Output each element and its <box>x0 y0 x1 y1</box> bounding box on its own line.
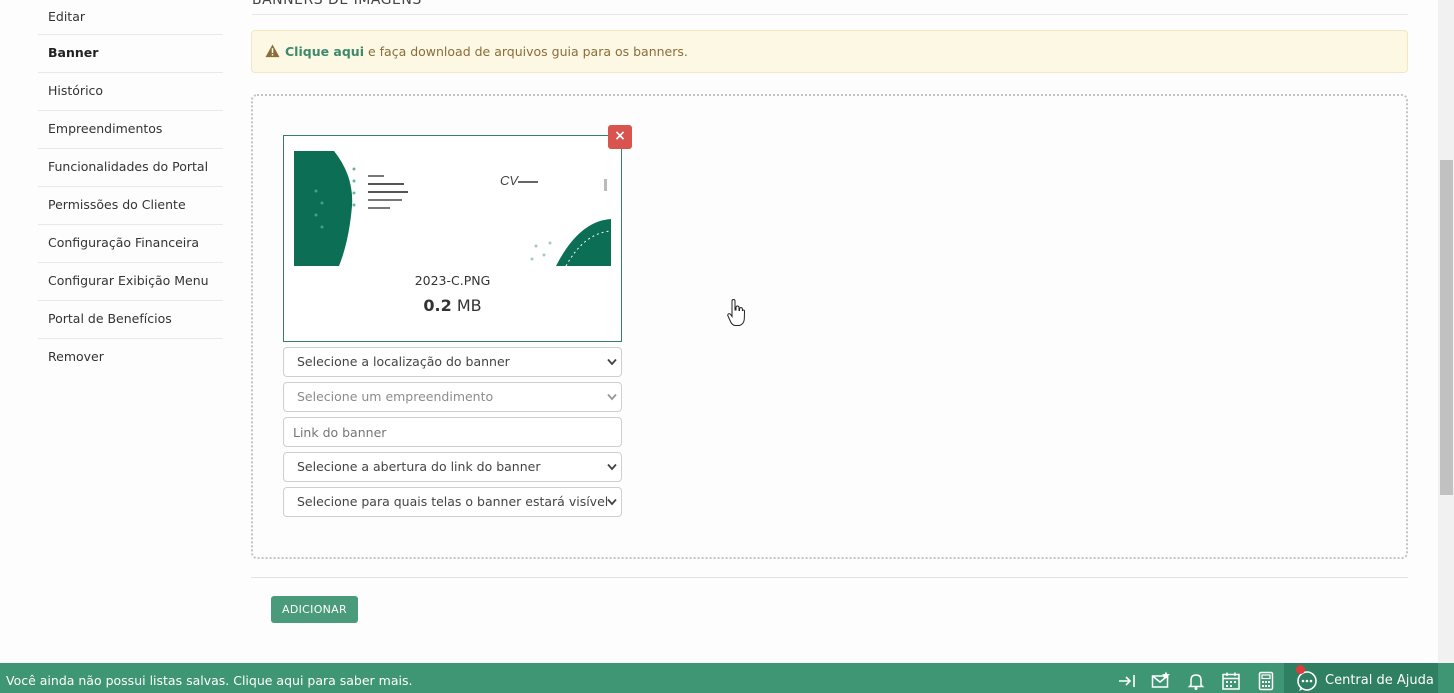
chevron-down-icon <box>607 358 617 366</box>
download-guide-alert: Clique aqui e faça download de arquivos … <box>251 30 1408 73</box>
chevron-down-icon <box>607 498 617 506</box>
remove-file-button[interactable]: × <box>608 125 632 149</box>
settings-sidebar: Editar Banner Histórico Empreendimentos … <box>38 0 223 377</box>
visible-screens-select-value: Selecione para quais telas o banner esta… <box>297 494 609 509</box>
sidebar-item-editar[interactable]: Editar <box>38 0 223 35</box>
banner-thumbnail: CV <box>294 151 611 266</box>
banner-location-select-value: Selecione a localização do banner <box>297 354 510 369</box>
section-title: BANNERS DE IMAGENS <box>252 0 422 8</box>
file-size-value: 0.2 <box>423 296 452 315</box>
banner-link-input[interactable] <box>283 417 622 447</box>
sidebar-item-funcionalidades[interactable]: Funcionalidades do Portal <box>38 149 223 187</box>
sidebar-item-empreendimentos[interactable]: Empreendimentos <box>38 111 223 149</box>
sidebar-item-banner[interactable]: Banner <box>38 35 223 73</box>
file-size-unit: MB <box>456 296 482 315</box>
development-select-value: Selecione um empreendimento <box>297 389 494 404</box>
warning-icon <box>265 44 280 58</box>
sidebar-item-permissoes[interactable]: Permissões do Cliente <box>38 187 223 225</box>
sidebar-item-portal-beneficios[interactable]: Portal de Benefícios <box>38 301 223 339</box>
help-center-label: Central de Ajuda <box>1325 673 1434 688</box>
calendar-icon[interactable] <box>1221 671 1241 691</box>
uploaded-banner-preview: CV 2023-C.PNG 0.2 MB <box>283 135 622 342</box>
login-arrow-icon[interactable] <box>1117 671 1137 691</box>
sidebar-item-historico[interactable]: Histórico <box>38 73 223 111</box>
chevron-down-icon <box>607 463 617 471</box>
add-banner-button[interactable]: ADICIONAR <box>271 596 358 623</box>
visible-screens-select[interactable]: Selecione para quais telas o banner esta… <box>283 487 622 517</box>
chevron-down-icon <box>607 393 617 401</box>
notification-dot <box>1296 665 1305 674</box>
development-select[interactable]: Selecione um empreendimento <box>283 382 622 412</box>
calculator-icon[interactable] <box>1256 671 1276 691</box>
svg-text:CV: CV <box>500 173 519 188</box>
mail-star-icon[interactable] <box>1151 671 1171 691</box>
sidebar-item-config-financeira[interactable]: Configuração Financeira <box>38 225 223 263</box>
saved-lists-message[interactable]: Você ainda não possui listas salvas. Cli… <box>6 673 412 688</box>
help-center-button[interactable]: Central de Ajuda <box>1284 663 1438 693</box>
hand-cursor-icon <box>727 299 745 326</box>
alert-text: e faça download de arquivos guia para os… <box>364 44 688 59</box>
sidebar-item-remover[interactable]: Remover <box>38 339 223 377</box>
section-divider <box>252 14 1408 15</box>
file-name: 2023-C.PNG <box>414 273 491 288</box>
bottom-status-bar: Você ainda não possui listas salvas. Cli… <box>0 663 1454 693</box>
bell-icon[interactable] <box>1186 671 1206 691</box>
link-opening-select[interactable]: Selecione a abertura do link do banner <box>283 452 622 482</box>
file-size: 0.2 MB <box>284 296 621 315</box>
scrollbar-thumb[interactable] <box>1440 160 1453 495</box>
download-guide-link[interactable]: Clique aqui <box>285 44 364 59</box>
banner-location-select[interactable]: Selecione a localização do banner <box>283 347 622 377</box>
link-opening-select-value: Selecione a abertura do link do banner <box>297 459 541 474</box>
form-divider <box>251 577 1408 578</box>
sidebar-item-config-menu[interactable]: Configurar Exibição Menu <box>38 263 223 301</box>
